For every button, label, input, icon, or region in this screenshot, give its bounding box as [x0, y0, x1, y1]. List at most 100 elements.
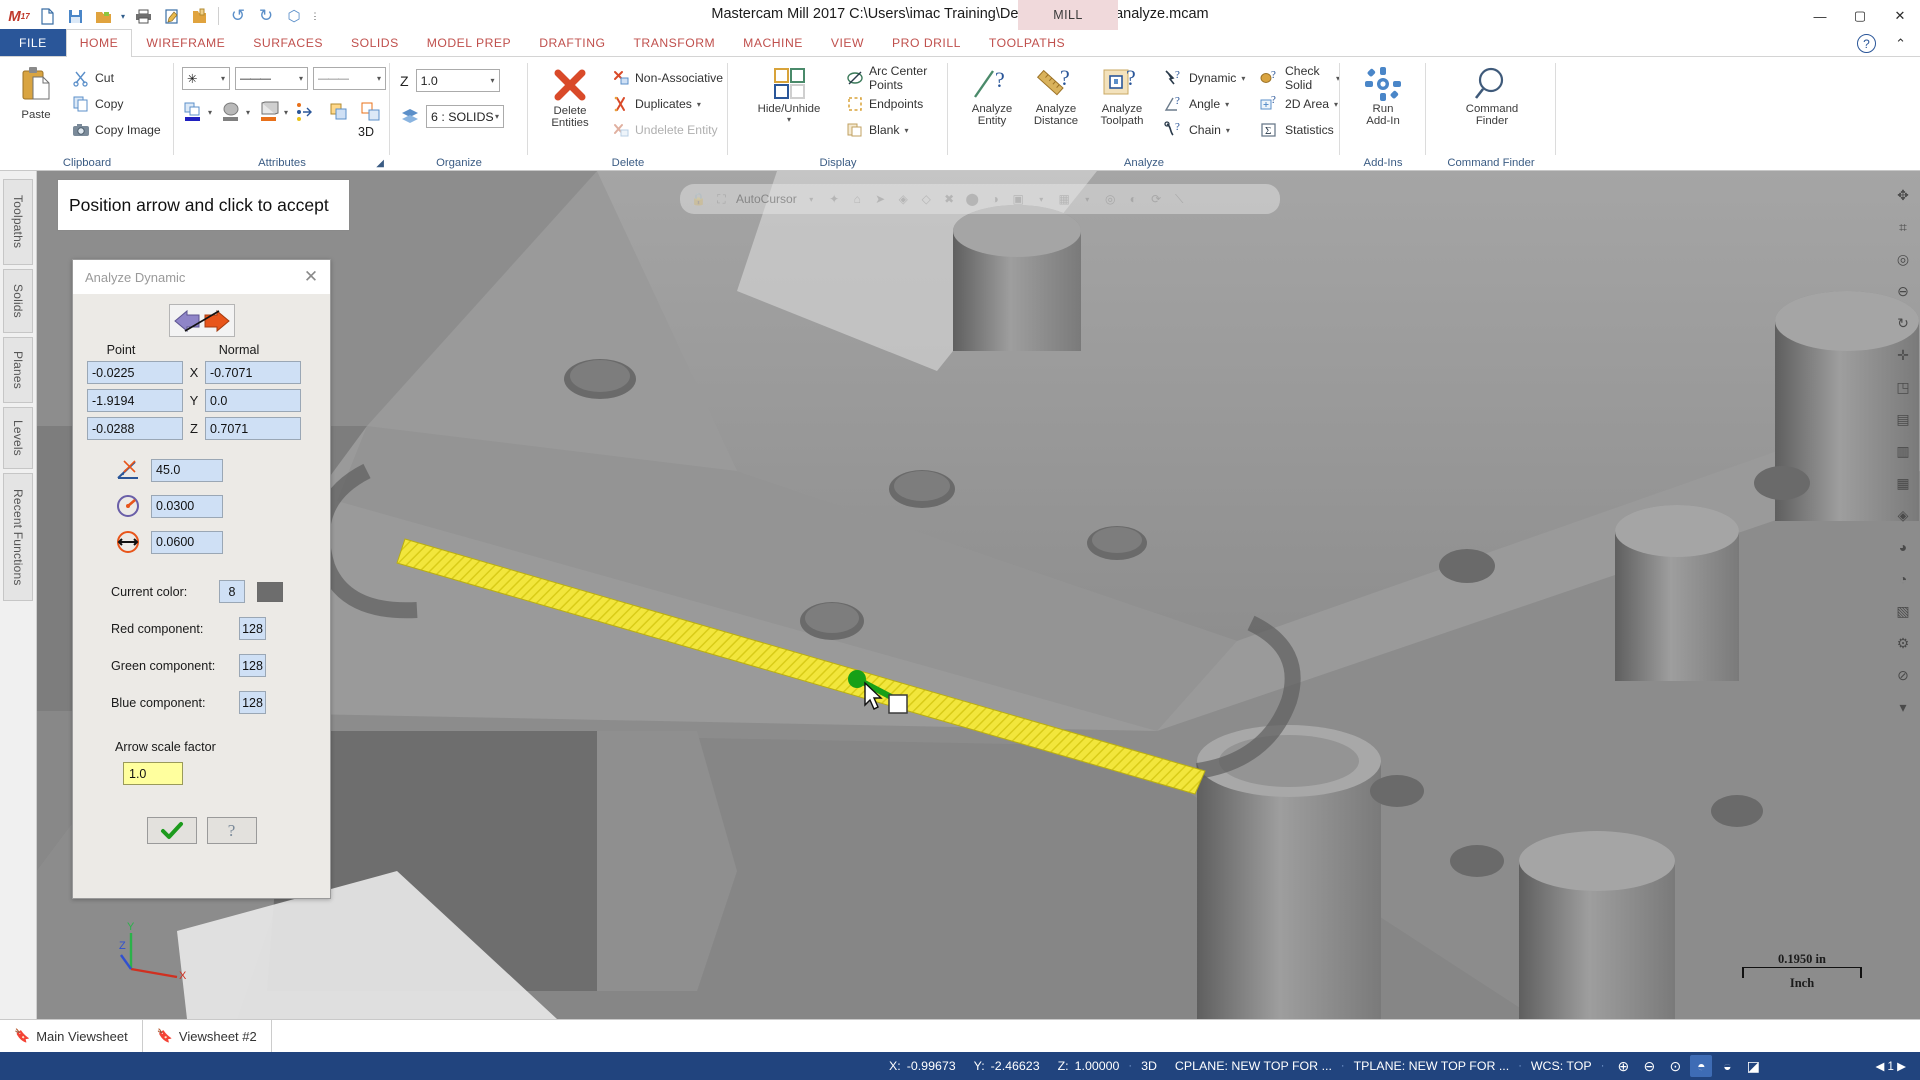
pan-icon[interactable]: ✛ [1888, 340, 1918, 370]
delete-entities-button[interactable]: Delete Entities [538, 65, 602, 129]
surface-color-button[interactable] [220, 101, 242, 123]
shaded-wireframe-icon[interactable]: ⊖ [1638, 1055, 1660, 1077]
new-file-icon[interactable] [34, 3, 60, 29]
tab-solids[interactable]: SOLIDS [337, 29, 413, 56]
wireframe-icon[interactable]: ⊕ [1612, 1055, 1634, 1077]
point-y-input[interactable]: -1.9194 [87, 389, 183, 412]
wireframe-color-button[interactable] [182, 101, 204, 123]
status-wcs[interactable]: WCS: TOP [1522, 1059, 1601, 1073]
copy-button[interactable]: Copy [72, 91, 161, 117]
open-dropdown-icon[interactable]: ▾ [118, 3, 128, 29]
tab-transform[interactable]: TRANSFORM [619, 29, 729, 56]
set-level-button[interactable] [296, 101, 318, 123]
analyze-chain-button[interactable]: ? Chain ▾ [1164, 117, 1245, 143]
analyze-toolpath-button[interactable]: ? Analyze Toolpath [1090, 65, 1154, 127]
perpendicular-icon[interactable]: ⟍ [1171, 191, 1188, 208]
current-color-input[interactable]: 8 [219, 580, 245, 603]
shaded-translucent-icon[interactable]: ◒ [1716, 1055, 1738, 1077]
nearest-icon[interactable]: ⟳ [1148, 191, 1165, 208]
red-component-input[interactable]: 128 [239, 617, 266, 640]
intersection-icon[interactable]: ✖ [941, 191, 958, 208]
normal-z-input[interactable]: 0.7071 [205, 417, 301, 440]
rotate-icon[interactable]: ⬡ [281, 3, 307, 29]
copy-image-button[interactable]: Copy Image [72, 117, 161, 143]
open-file-icon[interactable] [90, 3, 116, 29]
unzoom-icon[interactable]: ⊖ [1888, 276, 1918, 306]
analyze-angle-button[interactable]: ? Angle ▾ [1164, 91, 1245, 117]
solid-color-button[interactable] [258, 101, 280, 123]
green-component-input[interactable]: 128 [239, 654, 266, 677]
non-associative-button[interactable]: Non-Associative [612, 65, 723, 91]
status-mode-3d[interactable]: 3D [1132, 1059, 1166, 1073]
arrow-scale-input[interactable]: 1.0 [123, 762, 183, 785]
chevron-down-icon[interactable]: ▾ [284, 108, 288, 117]
help-button[interactable]: ? [206, 817, 257, 844]
command-finder-button[interactable]: Command Finder [1456, 65, 1528, 127]
paste-button[interactable]: Paste [8, 65, 64, 121]
blank-toggle-icon[interactable]: ⊘ [1888, 660, 1918, 690]
tab-model-prep[interactable]: MODEL PREP [413, 29, 525, 56]
arrow-pointer-icon[interactable]: ➤ [872, 191, 889, 208]
tab-machine[interactable]: MACHINE [729, 29, 817, 56]
sidebar-item-recent-functions[interactable]: Recent Functions [3, 473, 33, 601]
grid-icon[interactable]: ▦ [1056, 191, 1073, 208]
tab-drafting[interactable]: DRAFTING [525, 29, 619, 56]
normal-x-input[interactable]: -0.7071 [205, 361, 301, 384]
autocursor-toolbar[interactable]: 🔒 ⛶ AutoCursor ▾ ✦ ⌂ ➤ ◈ ◇ ✖ ⬤ ◑ ▣ ▾ ▦ ▾… [680, 184, 1280, 214]
levels-icon[interactable] [400, 106, 421, 127]
analyze-distance-button[interactable]: ? Analyze Distance [1024, 65, 1088, 127]
analyze-2d-area-button[interactable]: ? 2D Area ▾ [1260, 91, 1340, 117]
analyze-dynamic-button[interactable]: ? Dynamic ▾ [1164, 65, 1245, 91]
cursor-select-icon[interactable]: ⛶ [713, 191, 730, 208]
tab-pro-drill[interactable]: PRO DRILL [878, 29, 975, 56]
viewsheet-tab-main[interactable]: 🔖 Main Viewsheet [0, 1020, 142, 1053]
z-depth-input[interactable]: 1.0 ▾ [415, 69, 500, 92]
sidebar-item-planes[interactable]: Planes [3, 337, 33, 403]
blue-component-input[interactable]: 128 [239, 691, 266, 714]
chevron-down-icon[interactable]: ▾ [803, 191, 820, 208]
level-select[interactable]: 6 : SOLIDS ▾ [426, 105, 504, 128]
normal-y-input[interactable]: 0.0 [205, 389, 301, 412]
mill-context-tab[interactable]: MILL [1018, 0, 1118, 30]
isometric-view-icon[interactable]: ◳ [1888, 372, 1918, 402]
redo-icon[interactable]: ↻ [253, 3, 279, 29]
close-button[interactable]: ✕ [1880, 1, 1920, 31]
midpoint-icon[interactable]: ◇ [918, 191, 935, 208]
endpoints-button[interactable]: Endpoints [846, 91, 948, 117]
endpoint-icon[interactable]: ◈ [895, 191, 912, 208]
print-icon[interactable] [130, 3, 156, 29]
tab-toolpaths[interactable]: TOOLPATHS [975, 29, 1079, 56]
tab-wireframe[interactable]: WIREFRAME [132, 29, 239, 56]
hide-unhide-button[interactable]: Hide/Unhide ▾ [746, 65, 832, 124]
collapse-ribbon-icon[interactable]: ⌃ [1895, 36, 1906, 52]
analyze-dynamic-dialog[interactable]: Analyze Dynamic ✕ Point Normal -0.0225 X… [72, 259, 331, 899]
point-x-input[interactable]: -0.0225 [87, 361, 183, 384]
analyze-entity-button[interactable]: ? Analyze Entity [962, 65, 1022, 127]
viewsheet-tab-2[interactable]: 🔖 Viewsheet #2 [141, 1019, 272, 1053]
folder-icon[interactable] [186, 3, 212, 29]
right-view-icon[interactable]: ▦ [1888, 468, 1918, 498]
color-swatch[interactable] [257, 581, 283, 602]
dynamic-rotate-icon[interactable]: ↻ [1888, 308, 1918, 338]
point-icon[interactable]: ▣ [1010, 191, 1027, 208]
check-solid-button[interactable]: ? Check Solid ▾ [1260, 64, 1340, 92]
tab-file[interactable]: FILE [0, 29, 66, 56]
quadrant-icon[interactable]: ◑ [987, 191, 1004, 208]
arc-center-points-button[interactable]: Arc Center Points [846, 64, 948, 92]
run-addin-button[interactable]: Run Add-In [1351, 65, 1415, 127]
material-icon[interactable]: ◪ [1742, 1055, 1764, 1077]
customize-qa-icon[interactable]: ⋮ [309, 3, 321, 29]
edit-icon[interactable] [158, 3, 184, 29]
status-cplane[interactable]: CPLANE: NEW TOP FOR ... [1166, 1059, 1341, 1073]
zoom-window-icon[interactable]: ⌗ [1888, 212, 1918, 242]
tab-home[interactable]: HOME [65, 29, 133, 57]
shaded-view-icon[interactable]: ◕ [1888, 532, 1918, 562]
save-icon[interactable] [62, 3, 88, 29]
chevron-down-icon[interactable]: ▾ [1079, 191, 1096, 208]
top-view-icon[interactable]: ▤ [1888, 404, 1918, 434]
copy-attributes-button[interactable] [360, 101, 382, 123]
statistics-button[interactable]: Σ Statistics [1260, 117, 1340, 143]
hidden-line-icon[interactable]: ⊙ [1664, 1055, 1686, 1077]
point-z-input[interactable]: -0.0288 [87, 417, 183, 440]
chevron-down-icon[interactable]: ▾ [246, 108, 250, 117]
